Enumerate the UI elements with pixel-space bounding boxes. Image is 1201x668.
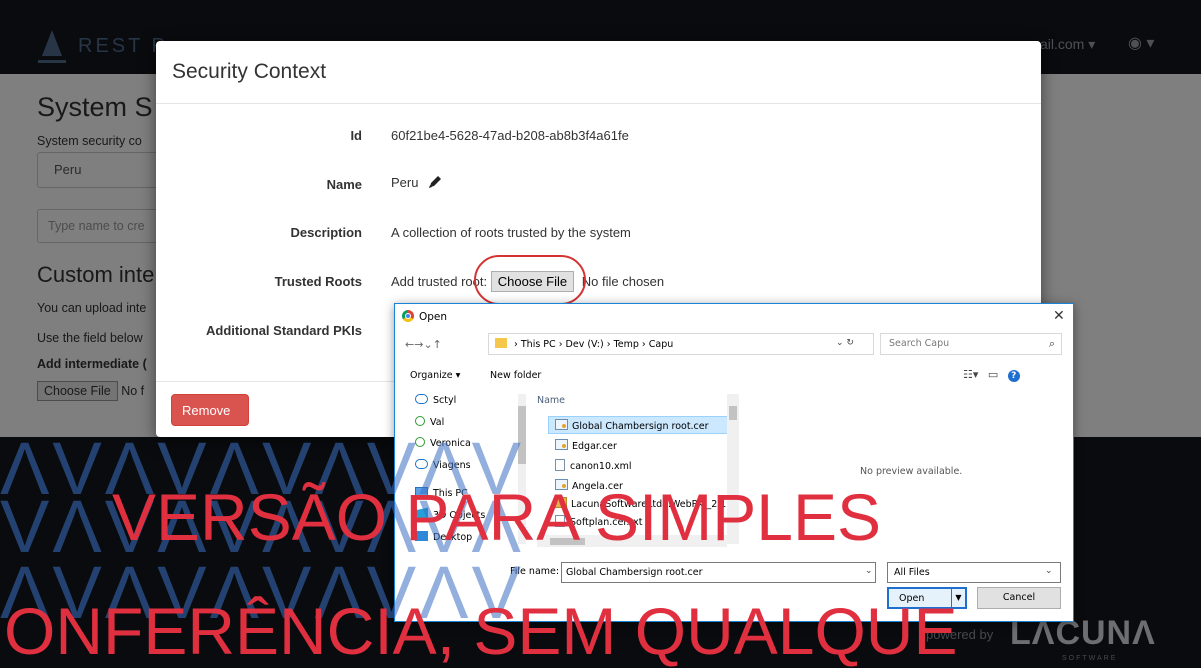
name-label: Name: [326, 177, 362, 192]
modal-title: Security Context: [172, 60, 327, 83]
breadcrumb-separator: ›: [606, 339, 611, 350]
breadcrumb-separator: ›: [641, 339, 646, 350]
id-label: Id: [350, 128, 362, 143]
check-folder-icon: [415, 416, 425, 426]
file-label: Global Chambersign root.cer: [572, 421, 709, 432]
description-value: A collection of roots trusted by the sys…: [391, 225, 631, 240]
address-bar[interactable]: › This PC › Dev (V:) › Temp › Capu: [488, 333, 874, 355]
column-header-name[interactable]: Name: [537, 395, 565, 406]
breadcrumb-temp[interactable]: Temp: [614, 339, 639, 350]
chrome-icon: [402, 310, 414, 322]
breadcrumb-capu[interactable]: Capu: [649, 339, 674, 350]
trusted-roots-prefix: Add trusted root:: [391, 274, 488, 289]
file-item[interactable]: Global Chambersign root.cer: [555, 419, 709, 432]
up-arrow-icon[interactable]: ↑: [433, 338, 442, 351]
tree-item-label: Sctyl: [433, 395, 457, 406]
close-icon[interactable]: ✕: [1053, 308, 1065, 324]
xml-file-icon: [555, 459, 565, 471]
highlight-circle: [474, 255, 586, 305]
tree-item-sctyl[interactable]: Sctyl: [415, 394, 456, 406]
dialog-toolbar: Organize ▾ New folder ☷▾ ▭ ?: [395, 366, 1073, 388]
new-folder-button[interactable]: New folder: [490, 370, 541, 381]
view-controls: ☷▾ ▭ ?: [963, 368, 1020, 382]
breadcrumb-separator: ›: [514, 339, 518, 350]
watermark-text-line2: ONFERÊNCIA, SEM QUALQUE: [4, 594, 958, 668]
no-file-text: No file chosen: [581, 274, 665, 289]
file-item[interactable]: Edgar.cer: [555, 439, 617, 452]
cloud-icon: [415, 394, 428, 404]
name-value: Peru: [391, 175, 419, 190]
modal-header: Security Context: [156, 41, 1041, 104]
preview-pane-icon[interactable]: ▭: [988, 368, 998, 381]
remove-button[interactable]: Remove: [171, 394, 249, 426]
dialog-title: Open: [419, 311, 448, 323]
refresh-icon[interactable]: ↻: [846, 338, 854, 348]
back-arrow-icon[interactable]: ←: [405, 338, 414, 351]
name-field: Peru: [391, 175, 442, 190]
organize-menu[interactable]: Organize ▾: [410, 370, 460, 381]
cancel-button[interactable]: Cancel: [977, 587, 1061, 609]
view-options-icon[interactable]: ☷▾: [963, 368, 978, 381]
breadcrumb-dev[interactable]: Dev (V:): [566, 339, 604, 350]
recent-locations-icon[interactable]: ⌄: [423, 338, 432, 351]
chevron-down-icon: ⌄: [1045, 566, 1053, 576]
breadcrumb-this-pc[interactable]: This PC: [521, 339, 556, 350]
file-type-select[interactable]: All Files: [887, 562, 1061, 583]
file-item[interactable]: canon10.xml: [555, 459, 632, 472]
nav-arrows: ←→⌄↑: [405, 338, 442, 351]
preview-pane-message: No preview available.: [860, 466, 963, 477]
trusted-roots-label: Trusted Roots: [274, 274, 362, 289]
search-placeholder: Search Capu: [889, 338, 950, 349]
certificate-icon: [555, 419, 568, 430]
certificate-icon: [555, 439, 568, 450]
file-label: Edgar.cer: [572, 441, 617, 452]
file-list-scrollbar-thumb[interactable]: [729, 406, 737, 420]
search-icon: ⌕: [1048, 337, 1055, 350]
breadcrumb-separator: ›: [558, 339, 563, 350]
watermark-text-line1: VERSÃO PARA SIMPLES: [112, 480, 882, 554]
description-label: Description: [290, 225, 362, 240]
additional-pkis-label: Additional Standard PKIs: [205, 323, 362, 338]
folder-icon: [495, 338, 507, 348]
address-controls: ⌄ ↻: [836, 338, 854, 348]
file-label: canon10.xml: [570, 461, 632, 472]
file-name-input[interactable]: Global Chambersign root.cer: [561, 562, 876, 583]
address-dropdown-icon[interactable]: ⌄: [836, 338, 844, 348]
search-input[interactable]: Search Capu ⌕: [880, 333, 1062, 355]
pencil-icon[interactable]: [428, 175, 442, 189]
id-value: 60f21be4-5628-47ad-b208-ab8b3f4a61fe: [391, 128, 629, 143]
help-icon[interactable]: ?: [1007, 370, 1020, 382]
chevron-down-icon[interactable]: ⌄: [865, 566, 873, 576]
